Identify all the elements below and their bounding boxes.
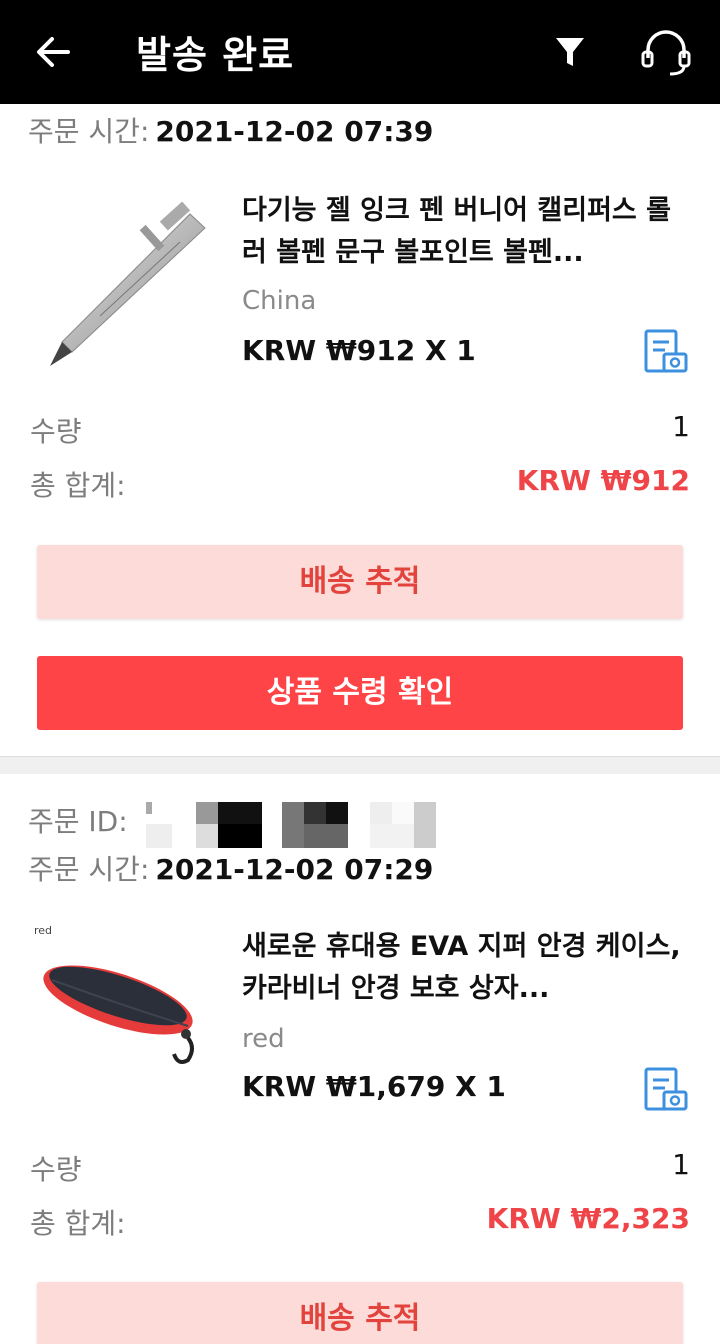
quantity-value: 1 [672, 1148, 690, 1181]
back-arrow-icon[interactable] [30, 30, 74, 74]
order-time-value: 2021-12-02 07:29 [155, 853, 434, 886]
confirm-receipt-button[interactable]: 상품 수령 확인 [37, 656, 683, 730]
order-id-label: 주문 ID: [28, 805, 128, 838]
app-header: 발송 완료 [0, 0, 720, 104]
order-time-value: 2021-12-02 07:39 [155, 115, 434, 148]
filter-icon[interactable] [550, 30, 590, 74]
product-variant: China [242, 286, 317, 316]
product-image-glasses-case[interactable] [38, 960, 218, 1080]
order-time-row: 주문 시간: 2021-12-02 07:39 [28, 114, 433, 150]
product-price: KRW ₩1,679 X 1 [242, 1070, 506, 1103]
order-time-row: 주문 시간: 2021-12-02 07:29 [28, 852, 433, 888]
quantity-label: 수량 [30, 415, 82, 448]
order-id-row: 주문 ID: [28, 804, 128, 840]
total-value: KRW ₩912 [516, 464, 690, 497]
product-variant: red [242, 1024, 285, 1054]
quantity-value: 1 [672, 410, 690, 443]
product-price: KRW ₩912 X 1 [242, 334, 476, 367]
order-divider [0, 756, 720, 774]
total-label: 총 합계: [30, 1207, 126, 1240]
order-time-label: 주문 시간: [28, 115, 150, 148]
image-tag: red [34, 924, 53, 937]
total-label: 총 합계: [30, 469, 126, 502]
receipt-camera-icon[interactable] [642, 328, 690, 376]
track-shipment-button[interactable]: 배송 추적 [37, 545, 683, 619]
redacted-order-id [146, 802, 436, 848]
quantity-label: 수량 [30, 1153, 82, 1186]
track-shipment-button[interactable]: 배송 추적 [37, 1282, 683, 1344]
order-time-label: 주문 시간: [28, 853, 150, 886]
headset-icon[interactable] [636, 24, 696, 80]
page-title: 발송 완료 [136, 33, 295, 77]
receipt-camera-icon[interactable] [642, 1066, 690, 1114]
product-title[interactable]: 새로운 휴대용 EVA 지퍼 안경 케이스, 카라비너 안경 보호 상자... [242, 926, 692, 1010]
total-value: KRW ₩2,323 [486, 1202, 690, 1235]
product-title[interactable]: 다기능 젤 잉크 펜 버니어 캘리퍼스 롤러 볼펜 문구 볼포인트 볼펜... [242, 190, 692, 274]
product-image-pen[interactable] [40, 200, 220, 370]
